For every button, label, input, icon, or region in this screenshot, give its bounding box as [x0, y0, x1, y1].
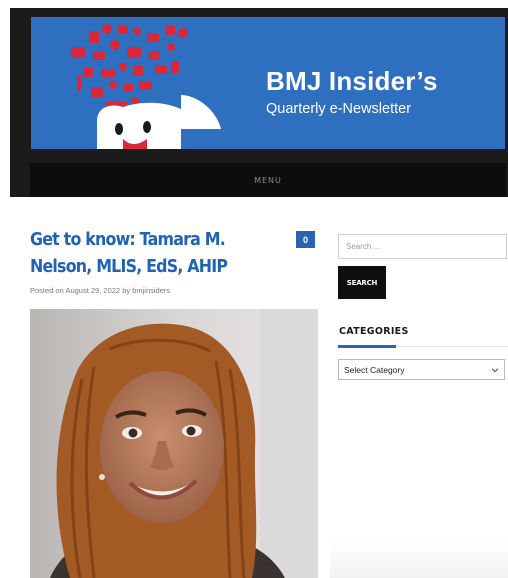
main-navigation: MENU — [30, 163, 506, 197]
categories-widget-title: CATEGORIES — [339, 326, 409, 337]
header-banner[interactable]: BMJ Insider’s Quarterly e-Newsletter — [31, 17, 505, 149]
site-header: BMJ Insider’s Quarterly e-Newsletter MEN… — [10, 8, 508, 197]
search-button[interactable]: SEARCH — [338, 266, 386, 299]
newsletter-mascot-icon — [71, 24, 221, 149]
post-title-link[interactable]: Get to know: Tamara M. Nelson, MLIS, EdS… — [30, 226, 259, 280]
by-label: by — [122, 286, 131, 295]
posted-on-label: Posted on — [30, 286, 64, 295]
banner-title: BMJ Insider’s — [266, 66, 438, 96]
comment-count-badge[interactable]: 0 — [296, 231, 315, 248]
post-featured-image — [30, 309, 318, 578]
search-input[interactable] — [338, 234, 507, 259]
page-edge-shadow — [330, 540, 508, 578]
post-meta: Posted on August 29, 2022 by bmjinsiders — [30, 286, 170, 295]
post-author-link[interactable]: bmjinsiders — [132, 286, 170, 295]
portrait-photo — [30, 309, 318, 578]
menu-toggle-button[interactable]: MENU — [254, 176, 282, 185]
widget-title-accent — [338, 345, 396, 348]
category-dropdown[interactable]: Select Category — [338, 359, 505, 380]
chevron-down-icon — [491, 367, 499, 372]
banner-subtitle: Quarterly e-Newsletter — [266, 101, 412, 117]
post-date-link[interactable]: August 29, 2022 — [65, 286, 120, 295]
category-dropdown-value: Select Category — [344, 364, 405, 375]
